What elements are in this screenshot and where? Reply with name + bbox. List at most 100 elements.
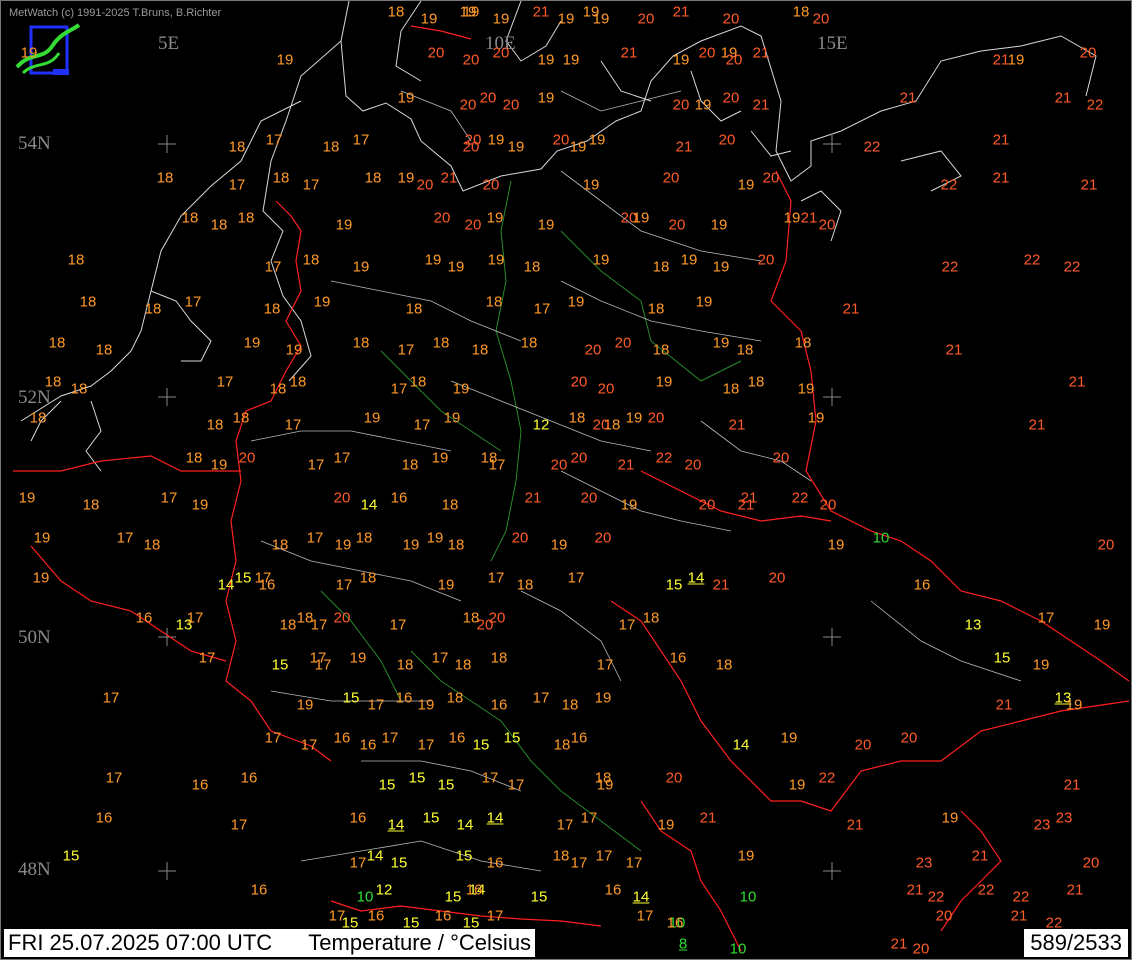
station-temperature: 14 [687,569,705,587]
station-temperature: 18 [82,496,100,514]
station-temperature: 20 [722,10,740,28]
station-temperature: 17 [381,729,399,747]
station-temperature: 20 [698,496,716,514]
station-temperature: 20 [333,609,351,627]
station-temperature: 22 [940,176,958,194]
station-temperature: 17 [390,380,408,398]
station-temperature: 19 [807,409,825,427]
station-temperature: 21 [740,489,758,507]
station-temperature: 15 [472,736,490,754]
station-temperature: 19 [507,138,525,156]
station-temperature: 20 [647,409,665,427]
station-temperature: 21 [532,3,550,21]
station-temperature: 17 [264,258,282,276]
station-temperature: 18 [792,3,810,21]
station-temperature: 17 [284,416,302,434]
station-temperature: 18 [652,341,670,359]
station-temperature: 20 [492,44,510,62]
station-temperature: 19 [780,729,798,747]
station-temperature: 18 [568,409,586,427]
station-temperature: 18 [269,380,287,398]
station-temperature: 18 [485,293,503,311]
station-temperature: 16 [135,609,153,627]
station-temperature: 18 [44,373,62,391]
station-temperature: 17 [333,449,351,467]
station-temperature: 21 [712,576,730,594]
station-temperature: 12 [375,881,393,899]
station-temperature: 20 [854,736,872,754]
station-temperature: 17 [507,776,525,794]
station-temperature: 17 [307,456,325,474]
station-temperature: 19 [486,209,504,227]
station-temperature: 17 [625,854,643,872]
station-temperature: 22 [818,769,836,787]
valid-datetime: FRI 25.07.2025 07:00 UTC [8,930,273,955]
station-temperature: 20 [550,456,568,474]
station-temperature: 20 [662,169,680,187]
station-temperature: 18 [364,169,382,187]
station-temperature: 19 [1093,616,1111,634]
station-temperature: 17 [352,131,370,149]
station-temperature: 19 [632,209,650,227]
station-temperature: 21 [752,96,770,114]
region-lines [250,90,1022,872]
parameter-label: Temperature / °Celsius [308,930,532,955]
station-temperature: 19 [592,251,610,269]
station-temperature: 17 [533,300,551,318]
station-temperature: 21 [995,696,1013,714]
station-temperature: 23 [1033,816,1051,834]
station-temperature: 20 [1079,44,1097,62]
station-temperature: 19 [462,3,480,21]
station-temperature: 19 [447,258,465,276]
station-temperature: 16 [359,736,377,754]
station-temperature: 16 [666,914,684,932]
station-temperature: 16 [448,729,466,747]
station-temperature: 18 [480,449,498,467]
station-temperature: 21 [992,169,1010,187]
station-temperature: 20 [819,496,837,514]
station-temperature: 18 [67,251,85,269]
station-temperature: 17 [160,489,178,507]
station-temperature: 20 [900,729,918,747]
station-temperature: 18 [409,373,427,391]
station-temperature: 17 [105,769,123,787]
station-temperature: 19 [710,216,728,234]
station-temperature: 16 [395,689,413,707]
station-temperature: 19 [1007,51,1025,69]
station-temperature: 20 [592,416,610,434]
weather-map: MetWatch (c) 1991-2025 T.Bruns, B.Richte… [0,0,1132,960]
station-temperature: 17 [367,696,385,714]
station-temperature: 16 [669,649,687,667]
station-temperature: 18 [144,300,162,318]
station-temperature: 16 [367,907,385,925]
station-temperature: 21 [1010,907,1028,925]
station-temperature: 19 [335,216,353,234]
station-temperature: 19 [452,380,470,398]
station-temperature: 16 [191,776,209,794]
station-temperature: 19 [695,293,713,311]
station-temperature: 18 [715,656,733,674]
station-temperature: 19 [191,496,209,514]
station-temperature: 19 [296,696,314,714]
station-temperature: 20 [637,10,655,28]
station-temperature: 19 [243,334,261,352]
station-temperature: 17 [596,656,614,674]
station-temperature: 19 [567,293,585,311]
station-temperature: 21 [945,341,963,359]
station-temperature: 18 [401,456,419,474]
station-temperature: 17 [116,529,134,547]
station-temperature: 17 [1037,609,1055,627]
station-temperature: 19 [582,176,600,194]
station-temperature: 13 [964,616,982,634]
station-temperature: 16 [390,489,408,507]
station-temperature: 16 [349,809,367,827]
station-temperature: 23 [1055,809,1073,827]
station-temperature: 18 [652,258,670,276]
station-temperature: 16 [570,729,588,747]
station-temperature: 18 [446,689,464,707]
station-temperature: 10 [356,888,374,906]
station-temperature: 18 [405,300,423,318]
station-temperature: 15 [408,769,426,787]
station-temperature: 20 [812,10,830,28]
station-temperature: 17 [300,736,318,754]
